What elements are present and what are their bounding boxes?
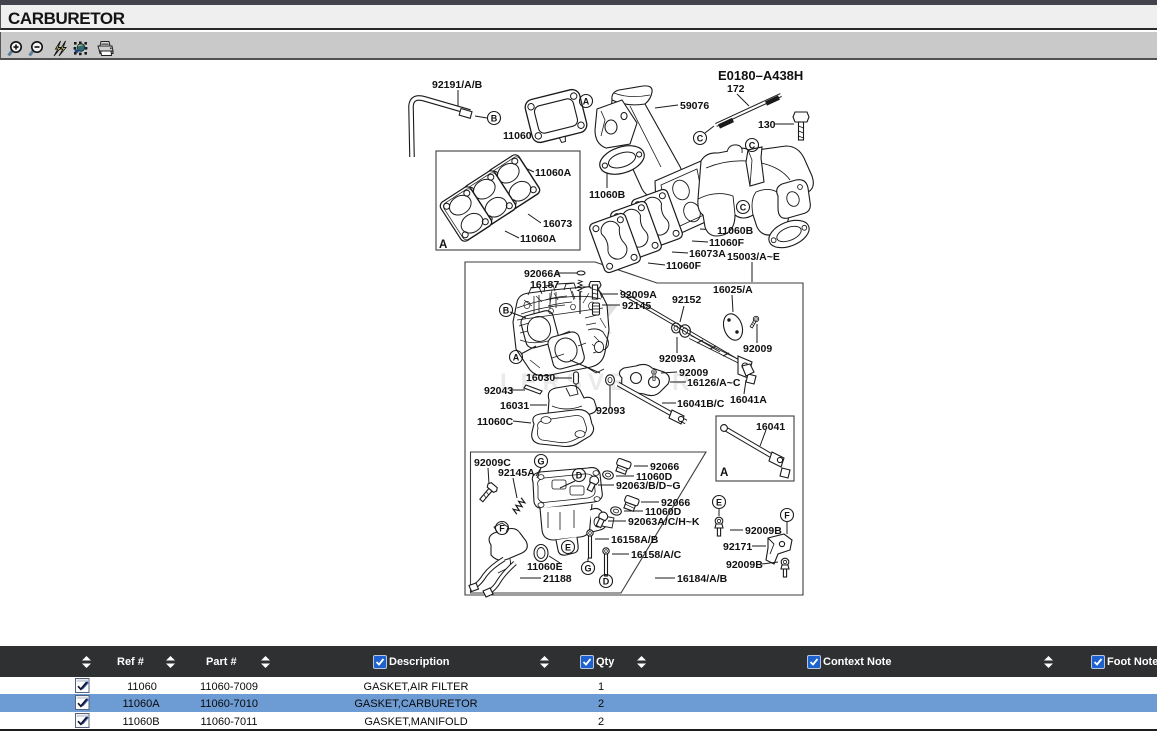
svg-text:92063A/C/H~K: 92063A/C/H~K (628, 516, 700, 528)
svg-text:172: 172 (727, 83, 745, 95)
svg-text:E0180–A438H: E0180–A438H (718, 68, 803, 83)
svg-text:16031: 16031 (500, 400, 529, 412)
svg-text:C: C (740, 203, 747, 213)
svg-text:59076: 59076 (680, 100, 709, 112)
svg-text:92093: 92093 (596, 405, 625, 417)
svg-text:92009B: 92009B (745, 525, 782, 537)
svg-text:16073: 16073 (543, 218, 572, 230)
svg-text:E: E (716, 498, 722, 508)
svg-text:16041B/C: 16041B/C (677, 398, 725, 410)
svg-text:11060A: 11060A (535, 167, 572, 179)
svg-text:92063/B/D~G: 92063/B/D~G (616, 480, 681, 492)
svg-text:16041: 16041 (756, 421, 785, 433)
svg-text:92191/A/B: 92191/A/B (432, 79, 483, 91)
svg-text:92152: 92152 (672, 294, 701, 306)
svg-text:16187: 16187 (530, 279, 559, 291)
svg-text:16126/A~C: 16126/A~C (687, 377, 741, 389)
svg-text:16184/A/B: 16184/A/B (677, 573, 728, 585)
svg-text:16158/A/C: 16158/A/C (631, 549, 682, 561)
svg-text:C: C (697, 134, 704, 144)
svg-text:11060: 11060 (503, 130, 532, 142)
svg-text:D: D (603, 577, 610, 587)
svg-text:F: F (499, 524, 505, 534)
svg-text:16073A: 16073A (689, 248, 726, 260)
svg-text:A: A (720, 467, 728, 479)
svg-text:92171: 92171 (723, 541, 752, 553)
svg-text:B: B (491, 114, 498, 124)
svg-text:F: F (784, 511, 790, 521)
svg-text:11060A: 11060A (520, 233, 557, 245)
svg-text:16025/A: 16025/A (713, 284, 753, 296)
svg-text:11060E: 11060E (527, 561, 563, 573)
svg-text:92145A: 92145A (498, 467, 535, 479)
svg-text:B: B (503, 306, 510, 316)
svg-text:92145: 92145 (622, 300, 651, 312)
svg-text:21188: 21188 (543, 573, 572, 585)
svg-text:D: D (576, 471, 583, 481)
svg-text:92093A: 92093A (659, 353, 696, 365)
svg-text:92009B: 92009B (726, 559, 763, 571)
svg-text:A: A (583, 97, 590, 107)
svg-text:15003/A~E: 15003/A~E (727, 251, 780, 263)
svg-text:16158A/B: 16158A/B (611, 534, 659, 546)
svg-text:E: E (565, 543, 571, 553)
svg-text:92009: 92009 (743, 343, 772, 355)
svg-text:A: A (513, 353, 520, 363)
svg-text:130: 130 (758, 119, 776, 131)
svg-text:A: A (439, 239, 447, 251)
svg-text:16041A: 16041A (730, 394, 767, 406)
svg-text:C: C (749, 141, 756, 151)
svg-text:11060B: 11060B (717, 225, 754, 237)
svg-text:16030: 16030 (526, 372, 555, 384)
svg-text:11060F: 11060F (666, 260, 702, 272)
svg-text:G: G (584, 564, 591, 574)
svg-text:11060C: 11060C (477, 416, 514, 428)
svg-text:92043: 92043 (484, 385, 513, 397)
svg-text:11060B: 11060B (589, 189, 626, 201)
svg-text:G: G (537, 457, 544, 467)
